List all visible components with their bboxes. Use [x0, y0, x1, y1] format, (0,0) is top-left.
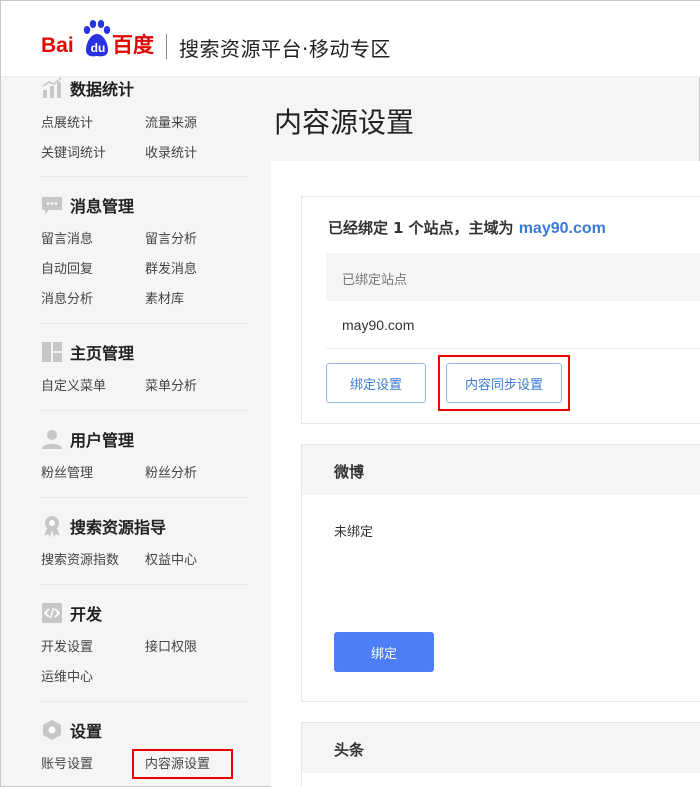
weibo-bind-status: 未绑定	[334, 525, 374, 540]
sidebar-item-keyword-stats[interactable]: 关键词统计	[41, 146, 106, 162]
sidebar-group-development: 开发	[41, 599, 102, 627]
sidebar-divider	[41, 497, 248, 498]
sidebar-item-api-permissions[interactable]: 接口权限	[145, 640, 197, 656]
sidebar-item-index-stats[interactable]: 收录统计	[145, 146, 197, 162]
sync-button-highlight-box	[438, 355, 570, 411]
sidebar-group-settings: 设置	[41, 716, 102, 744]
sidebar-group-data-stats: 数据统计	[41, 74, 134, 102]
sidebar-item-dev-settings[interactable]: 开发设置	[41, 640, 93, 656]
sidebar-divider	[41, 176, 248, 177]
layout-icon	[42, 342, 62, 362]
logo-du-text: du	[90, 41, 106, 55]
toutiao-card-header: 头条	[302, 723, 700, 773]
top-header: Bai du 百度 搜索资源平台·移动专区	[1, 1, 700, 77]
sidebar-divider	[41, 584, 248, 585]
logo-bai-text: Bai	[41, 34, 74, 57]
sidebar-item-broadcast[interactable]: 群发消息	[145, 262, 197, 278]
weibo-bind-button[interactable]: 绑定	[334, 632, 434, 672]
sidebar-group-title: 设置	[70, 722, 103, 741]
weibo-card: 微博 未绑定 绑定	[301, 444, 700, 702]
chat-bubble-icon	[42, 197, 62, 214]
bound-site-domain: may90.com	[342, 317, 415, 333]
toutiao-title: 头条	[334, 741, 365, 759]
sidebar-group-title: 数据统计	[70, 80, 135, 99]
sidebar-group-title: 消息管理	[70, 197, 135, 216]
sidebar-item-menu-analysis[interactable]: 菜单分析	[145, 379, 197, 395]
sidebar-divider	[41, 701, 248, 702]
page-title: 内容源设置	[274, 106, 415, 139]
column-header-bound-site: 已绑定站点	[342, 273, 408, 288]
sidebar-group-title: 搜索资源指导	[70, 518, 167, 537]
sidebar-item-search-index[interactable]: 搜索资源指数	[41, 553, 119, 569]
bound-sites-table-header: 已绑定站点	[326, 253, 700, 301]
weibo-title: 微博	[334, 463, 365, 481]
logo-baidu-cn-text: 百度	[112, 34, 154, 57]
sidebar-item-benefits-center[interactable]: 权益中心	[145, 553, 197, 569]
sidebar-item-fans-management[interactable]: 粉丝管理	[41, 466, 93, 482]
sidebar-group-search-guidance: 搜索资源指导	[41, 512, 166, 540]
sidebar-group-messages: 消息管理	[41, 191, 134, 219]
main-domain-link[interactable]: may90.com	[519, 220, 606, 237]
baidu-logo[interactable]: Bai du 百度	[41, 20, 157, 60]
toutiao-card: 头条	[301, 722, 700, 787]
sidebar-item-custom-menu[interactable]: 自定义菜单	[41, 379, 106, 395]
bound-site-summary: 已经绑定 1 个站点，主域为 may90.com	[328, 217, 606, 238]
user-icon	[42, 430, 62, 449]
sidebar: 数据统计 点展统计 流量来源 关键词统计 收录统计 消息管理 留言消息 留言分析…	[1, 77, 261, 787]
sidebar-item-material-library[interactable]: 素材库	[145, 292, 184, 308]
bind-settings-button[interactable]: 绑定设置	[326, 363, 426, 403]
sidebar-group-title: 主页管理	[70, 344, 135, 363]
summary-middle: 个站点，主域为	[408, 219, 514, 237]
hexagon-settings-icon	[43, 720, 61, 740]
bound-site-card: 已经绑定 1 个站点，主域为 may90.com 已绑定站点 may90.com 绑…	[301, 196, 700, 424]
sidebar-item-impressions[interactable]: 点展统计	[41, 116, 93, 132]
bound-count: 1	[393, 219, 404, 237]
sidebar-divider	[41, 410, 248, 411]
award-icon	[44, 516, 60, 537]
bar-chart-icon	[42, 77, 62, 98]
active-item-highlight-box	[132, 749, 233, 779]
sidebar-group-users: 用户管理	[41, 425, 134, 453]
sidebar-item-account-settings[interactable]: 账号设置	[41, 757, 93, 773]
summary-prefix: 已经绑定	[328, 219, 389, 237]
sidebar-item-ops-center[interactable]: 运维中心	[41, 670, 93, 686]
weibo-card-header: 微博	[302, 445, 700, 495]
code-icon	[42, 603, 62, 623]
sidebar-item-fans-analysis[interactable]: 粉丝分析	[145, 466, 197, 482]
sidebar-item-traffic-source[interactable]: 流量来源	[145, 116, 197, 132]
sidebar-divider	[41, 323, 248, 324]
sidebar-group-title: 用户管理	[70, 431, 135, 450]
platform-title: 搜索资源平台·移动专区	[179, 37, 391, 61]
sidebar-group-title: 开发	[70, 605, 103, 624]
header-divider	[166, 34, 167, 59]
sidebar-item-msg-analysis[interactable]: 消息分析	[41, 292, 93, 308]
sidebar-item-auto-reply[interactable]: 自动回复	[41, 262, 93, 278]
sidebar-item-messages[interactable]: 留言消息	[41, 232, 93, 248]
table-row: may90.com	[326, 301, 700, 349]
sidebar-group-homepage: 主页管理	[41, 338, 134, 366]
sidebar-item-message-analysis[interactable]: 留言分析	[145, 232, 197, 248]
